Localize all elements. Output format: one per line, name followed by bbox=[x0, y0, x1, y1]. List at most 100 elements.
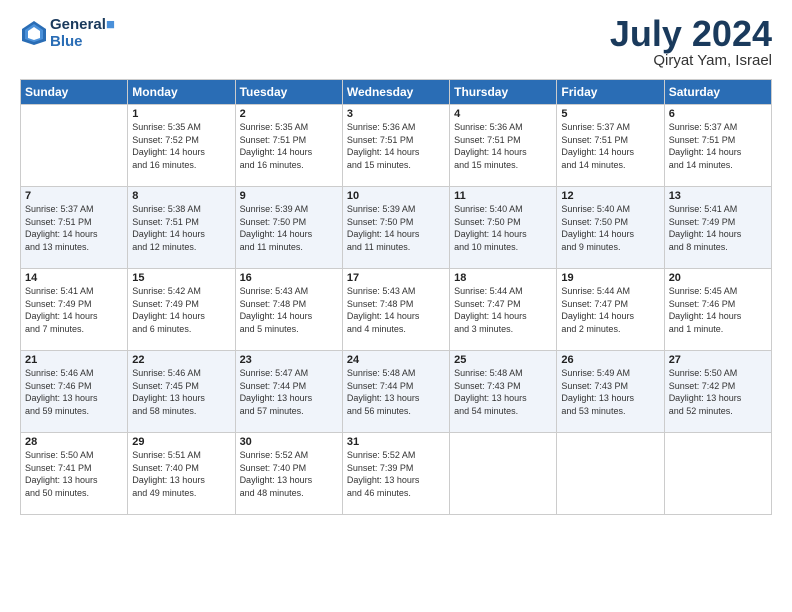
day-info: Sunrise: 5:40 AM Sunset: 7:50 PM Dayligh… bbox=[561, 203, 659, 253]
calendar-cell bbox=[450, 433, 557, 515]
day-number: 12 bbox=[561, 190, 659, 202]
day-number: 14 bbox=[25, 272, 123, 284]
calendar-cell: 18Sunrise: 5:44 AM Sunset: 7:47 PM Dayli… bbox=[450, 269, 557, 351]
calendar-cell: 20Sunrise: 5:45 AM Sunset: 7:46 PM Dayli… bbox=[664, 269, 771, 351]
day-info: Sunrise: 5:37 AM Sunset: 7:51 PM Dayligh… bbox=[669, 121, 767, 171]
day-number: 17 bbox=[347, 272, 445, 284]
day-number: 6 bbox=[669, 108, 767, 120]
calendar-cell: 26Sunrise: 5:49 AM Sunset: 7:43 PM Dayli… bbox=[557, 351, 664, 433]
col-sunday: Sunday bbox=[21, 80, 128, 105]
calendar-cell: 24Sunrise: 5:48 AM Sunset: 7:44 PM Dayli… bbox=[342, 351, 449, 433]
day-info: Sunrise: 5:46 AM Sunset: 7:46 PM Dayligh… bbox=[25, 367, 123, 417]
day-info: Sunrise: 5:44 AM Sunset: 7:47 PM Dayligh… bbox=[454, 285, 552, 335]
col-monday: Monday bbox=[128, 80, 235, 105]
title-area: July 2024 Qiryat Yam, Israel bbox=[610, 16, 772, 69]
day-info: Sunrise: 5:49 AM Sunset: 7:43 PM Dayligh… bbox=[561, 367, 659, 417]
location: Qiryat Yam, Israel bbox=[610, 52, 772, 69]
day-info: Sunrise: 5:37 AM Sunset: 7:51 PM Dayligh… bbox=[561, 121, 659, 171]
day-info: Sunrise: 5:43 AM Sunset: 7:48 PM Dayligh… bbox=[347, 285, 445, 335]
calendar-week-3: 14Sunrise: 5:41 AM Sunset: 7:49 PM Dayli… bbox=[21, 269, 772, 351]
calendar-week-1: 1Sunrise: 5:35 AM Sunset: 7:52 PM Daylig… bbox=[21, 105, 772, 187]
day-number: 9 bbox=[240, 190, 338, 202]
day-number: 1 bbox=[132, 108, 230, 120]
day-info: Sunrise: 5:50 AM Sunset: 7:41 PM Dayligh… bbox=[25, 449, 123, 499]
calendar-cell: 2Sunrise: 5:35 AM Sunset: 7:51 PM Daylig… bbox=[235, 105, 342, 187]
col-tuesday: Tuesday bbox=[235, 80, 342, 105]
calendar-cell: 7Sunrise: 5:37 AM Sunset: 7:51 PM Daylig… bbox=[21, 187, 128, 269]
day-number: 4 bbox=[454, 108, 552, 120]
day-number: 15 bbox=[132, 272, 230, 284]
calendar-cell bbox=[557, 433, 664, 515]
day-info: Sunrise: 5:52 AM Sunset: 7:40 PM Dayligh… bbox=[240, 449, 338, 499]
calendar-week-5: 28Sunrise: 5:50 AM Sunset: 7:41 PM Dayli… bbox=[21, 433, 772, 515]
col-friday: Friday bbox=[557, 80, 664, 105]
col-saturday: Saturday bbox=[664, 80, 771, 105]
calendar-cell bbox=[664, 433, 771, 515]
calendar-cell: 8Sunrise: 5:38 AM Sunset: 7:51 PM Daylig… bbox=[128, 187, 235, 269]
day-info: Sunrise: 5:50 AM Sunset: 7:42 PM Dayligh… bbox=[669, 367, 767, 417]
calendar-cell: 25Sunrise: 5:48 AM Sunset: 7:43 PM Dayli… bbox=[450, 351, 557, 433]
day-number: 5 bbox=[561, 108, 659, 120]
day-number: 31 bbox=[347, 436, 445, 448]
day-info: Sunrise: 5:43 AM Sunset: 7:48 PM Dayligh… bbox=[240, 285, 338, 335]
day-number: 25 bbox=[454, 354, 552, 366]
day-number: 20 bbox=[669, 272, 767, 284]
day-number: 7 bbox=[25, 190, 123, 202]
calendar-cell: 14Sunrise: 5:41 AM Sunset: 7:49 PM Dayli… bbox=[21, 269, 128, 351]
day-number: 29 bbox=[132, 436, 230, 448]
day-info: Sunrise: 5:37 AM Sunset: 7:51 PM Dayligh… bbox=[25, 203, 123, 253]
calendar-cell: 10Sunrise: 5:39 AM Sunset: 7:50 PM Dayli… bbox=[342, 187, 449, 269]
calendar-cell: 15Sunrise: 5:42 AM Sunset: 7:49 PM Dayli… bbox=[128, 269, 235, 351]
calendar-cell: 6Sunrise: 5:37 AM Sunset: 7:51 PM Daylig… bbox=[664, 105, 771, 187]
day-number: 11 bbox=[454, 190, 552, 202]
day-info: Sunrise: 5:48 AM Sunset: 7:44 PM Dayligh… bbox=[347, 367, 445, 417]
day-number: 23 bbox=[240, 354, 338, 366]
calendar-cell: 3Sunrise: 5:36 AM Sunset: 7:51 PM Daylig… bbox=[342, 105, 449, 187]
day-number: 8 bbox=[132, 190, 230, 202]
day-number: 21 bbox=[25, 354, 123, 366]
col-thursday: Thursday bbox=[450, 80, 557, 105]
day-number: 10 bbox=[347, 190, 445, 202]
calendar-cell: 5Sunrise: 5:37 AM Sunset: 7:51 PM Daylig… bbox=[557, 105, 664, 187]
day-info: Sunrise: 5:35 AM Sunset: 7:51 PM Dayligh… bbox=[240, 121, 338, 171]
calendar-week-2: 7Sunrise: 5:37 AM Sunset: 7:51 PM Daylig… bbox=[21, 187, 772, 269]
day-info: Sunrise: 5:48 AM Sunset: 7:43 PM Dayligh… bbox=[454, 367, 552, 417]
day-info: Sunrise: 5:45 AM Sunset: 7:46 PM Dayligh… bbox=[669, 285, 767, 335]
day-info: Sunrise: 5:47 AM Sunset: 7:44 PM Dayligh… bbox=[240, 367, 338, 417]
day-info: Sunrise: 5:39 AM Sunset: 7:50 PM Dayligh… bbox=[240, 203, 338, 253]
calendar-cell: 17Sunrise: 5:43 AM Sunset: 7:48 PM Dayli… bbox=[342, 269, 449, 351]
calendar-cell: 23Sunrise: 5:47 AM Sunset: 7:44 PM Dayli… bbox=[235, 351, 342, 433]
day-number: 30 bbox=[240, 436, 338, 448]
calendar-cell: 11Sunrise: 5:40 AM Sunset: 7:50 PM Dayli… bbox=[450, 187, 557, 269]
logo: General■ Blue bbox=[20, 16, 115, 50]
day-info: Sunrise: 5:46 AM Sunset: 7:45 PM Dayligh… bbox=[132, 367, 230, 417]
day-info: Sunrise: 5:38 AM Sunset: 7:51 PM Dayligh… bbox=[132, 203, 230, 253]
day-info: Sunrise: 5:36 AM Sunset: 7:51 PM Dayligh… bbox=[454, 121, 552, 171]
calendar-cell: 29Sunrise: 5:51 AM Sunset: 7:40 PM Dayli… bbox=[128, 433, 235, 515]
calendar-table: Sunday Monday Tuesday Wednesday Thursday… bbox=[20, 79, 772, 515]
col-wednesday: Wednesday bbox=[342, 80, 449, 105]
header: General■ Blue July 2024 Qiryat Yam, Isra… bbox=[20, 16, 772, 69]
calendar-cell: 31Sunrise: 5:52 AM Sunset: 7:39 PM Dayli… bbox=[342, 433, 449, 515]
month-title: July 2024 bbox=[610, 16, 772, 52]
day-number: 2 bbox=[240, 108, 338, 120]
day-number: 19 bbox=[561, 272, 659, 284]
calendar-cell: 12Sunrise: 5:40 AM Sunset: 7:50 PM Dayli… bbox=[557, 187, 664, 269]
day-info: Sunrise: 5:42 AM Sunset: 7:49 PM Dayligh… bbox=[132, 285, 230, 335]
day-number: 22 bbox=[132, 354, 230, 366]
calendar-cell: 1Sunrise: 5:35 AM Sunset: 7:52 PM Daylig… bbox=[128, 105, 235, 187]
logo-text: General■ Blue bbox=[50, 16, 115, 50]
day-info: Sunrise: 5:36 AM Sunset: 7:51 PM Dayligh… bbox=[347, 121, 445, 171]
day-info: Sunrise: 5:41 AM Sunset: 7:49 PM Dayligh… bbox=[669, 203, 767, 253]
calendar-cell: 27Sunrise: 5:50 AM Sunset: 7:42 PM Dayli… bbox=[664, 351, 771, 433]
calendar-cell: 28Sunrise: 5:50 AM Sunset: 7:41 PM Dayli… bbox=[21, 433, 128, 515]
header-row: Sunday Monday Tuesday Wednesday Thursday… bbox=[21, 80, 772, 105]
day-info: Sunrise: 5:39 AM Sunset: 7:50 PM Dayligh… bbox=[347, 203, 445, 253]
day-number: 26 bbox=[561, 354, 659, 366]
calendar-cell: 16Sunrise: 5:43 AM Sunset: 7:48 PM Dayli… bbox=[235, 269, 342, 351]
day-number: 16 bbox=[240, 272, 338, 284]
day-info: Sunrise: 5:44 AM Sunset: 7:47 PM Dayligh… bbox=[561, 285, 659, 335]
calendar-cell bbox=[21, 105, 128, 187]
calendar-cell: 13Sunrise: 5:41 AM Sunset: 7:49 PM Dayli… bbox=[664, 187, 771, 269]
calendar-cell: 9Sunrise: 5:39 AM Sunset: 7:50 PM Daylig… bbox=[235, 187, 342, 269]
